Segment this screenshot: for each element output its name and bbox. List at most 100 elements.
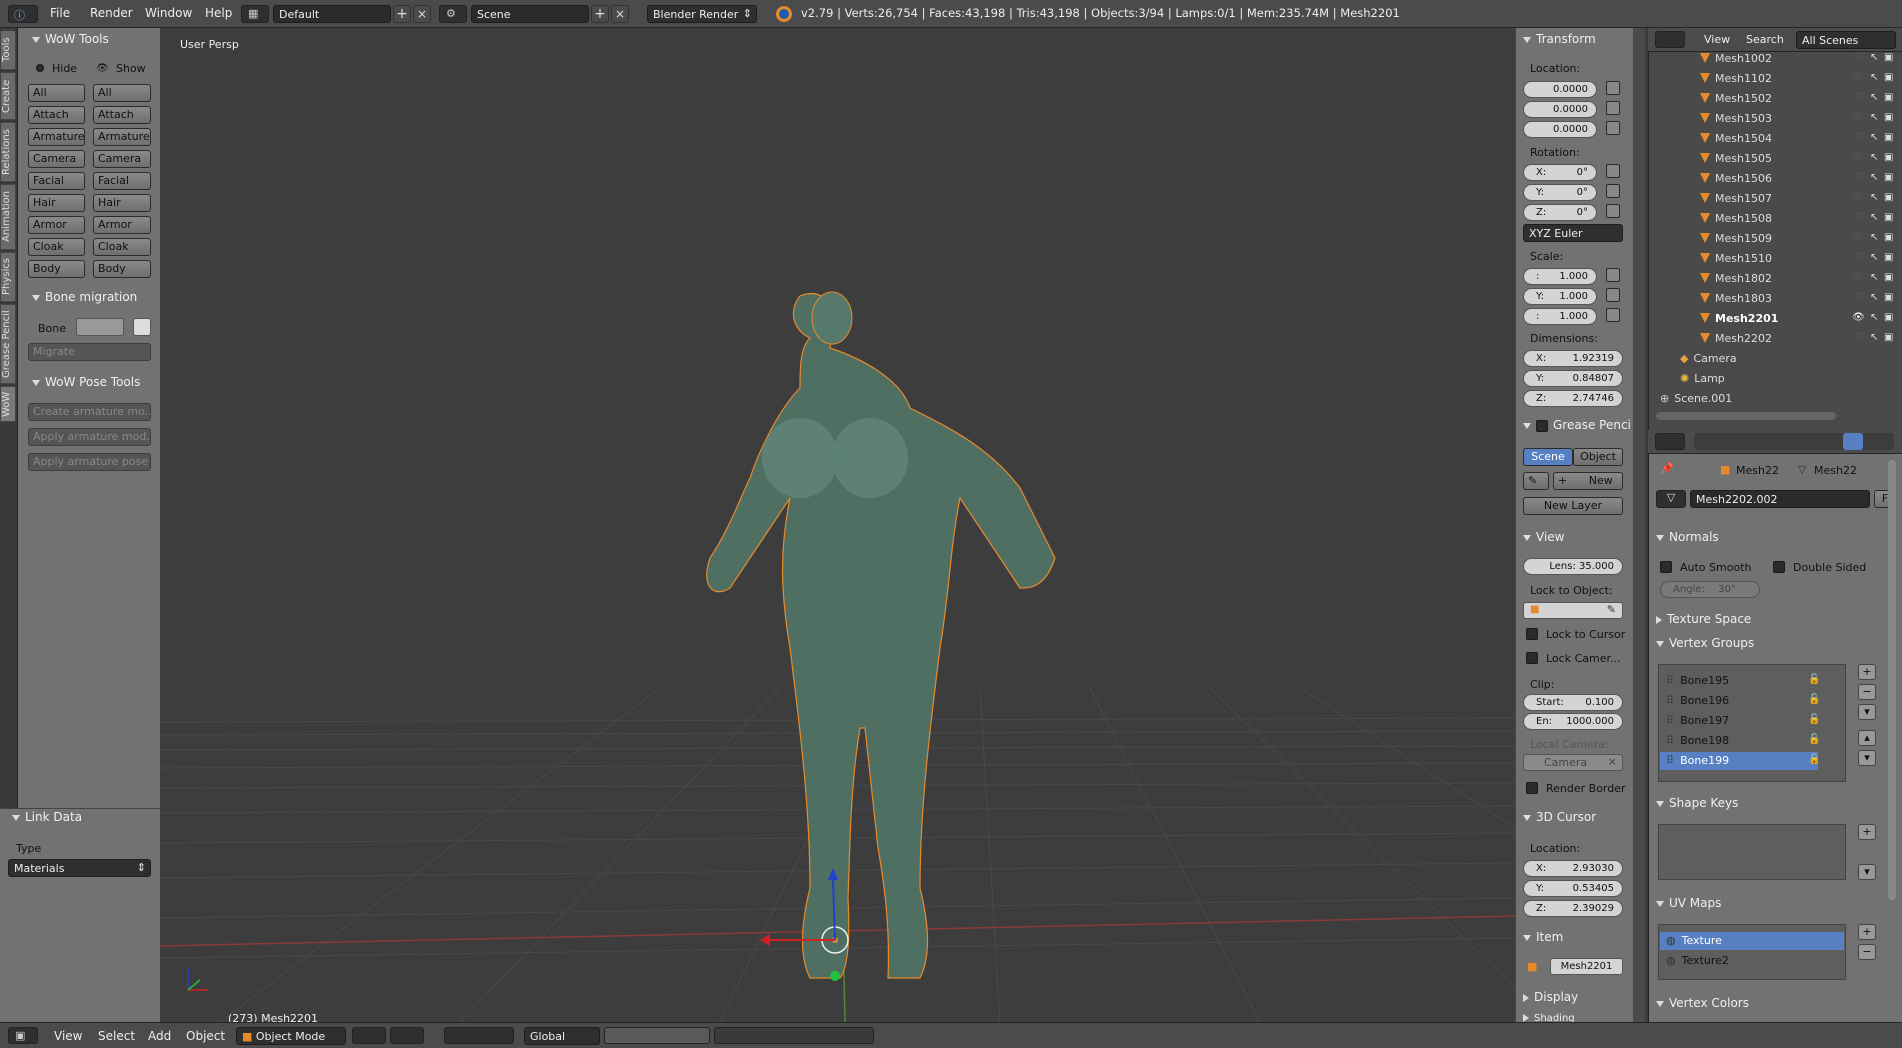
grease-object-button[interactable]: Object xyxy=(1573,448,1623,466)
bone-migration-header[interactable]: Bone migration xyxy=(32,290,137,304)
vertex-group-item[interactable]: ⠿ Bone195 xyxy=(1660,672,1818,690)
rotation-mode-dropdown[interactable]: XYZ Euler xyxy=(1523,224,1623,242)
angle-field[interactable]: Angle: 30° xyxy=(1660,581,1760,598)
layout-add-icon[interactable]: + xyxy=(393,5,411,23)
lock-object-field[interactable]: ■ ✎ xyxy=(1523,602,1623,619)
hide-camera-button[interactable]: Camera xyxy=(28,150,85,168)
apply-armature-pose-button[interactable]: Apply armature pose xyxy=(28,453,151,471)
vg-menu-icon[interactable]: ▾ xyxy=(1858,704,1876,720)
mesh-data-tab-icon[interactable] xyxy=(1843,433,1863,450)
cursor-3d-header[interactable]: 3D Cursor xyxy=(1523,810,1596,824)
editor-type-icon[interactable]: ▣ xyxy=(8,1027,38,1044)
clear-icon[interactable]: × xyxy=(1608,755,1617,768)
bottom-menu-select[interactable]: Select xyxy=(98,1029,135,1043)
outliner-search-menu[interactable]: Search xyxy=(1746,33,1784,46)
cursor-location-field[interactable]: Y: 0.53405 xyxy=(1523,880,1623,897)
migrate-button[interactable]: Migrate xyxy=(28,343,151,361)
lock-camera-checkbox[interactable] xyxy=(1526,652,1538,664)
bottom-menu-add[interactable]: Add xyxy=(148,1029,171,1043)
clip-start-field[interactable]: Start: 0.100 xyxy=(1523,694,1623,711)
scale-lock-icon[interactable] xyxy=(1606,308,1620,322)
location-lock-icon[interactable] xyxy=(1606,101,1620,115)
hide-cloak-button[interactable]: Cloak xyxy=(28,238,85,256)
breadcrumb-object[interactable]: Mesh22 xyxy=(1736,464,1779,477)
restrict-render-icon[interactable]: ▣ xyxy=(1884,92,1893,103)
vg-move-up-icon[interactable]: ▴ xyxy=(1858,730,1876,746)
restrict-view-icon[interactable]: 👁 xyxy=(1852,72,1865,83)
new-layer-button[interactable]: New Layer xyxy=(1523,497,1623,515)
scale-lock-icon[interactable] xyxy=(1606,268,1620,282)
vertex-group-item[interactable]: ⠿ Bone196 xyxy=(1660,692,1818,710)
layout-field[interactable]: Default xyxy=(273,5,391,23)
restrict-render-icon[interactable]: ▣ xyxy=(1884,192,1893,203)
show-facial-button[interactable]: Facial xyxy=(93,172,151,190)
sk-menu-icon[interactable]: ▾ xyxy=(1858,864,1876,880)
link-data-header[interactable]: Link Data xyxy=(12,810,82,824)
restrict-render-icon[interactable]: ▣ xyxy=(1884,112,1893,123)
restrict-render-icon[interactable]: ▣ xyxy=(1884,212,1893,223)
restrict-view-icon[interactable]: 👁 xyxy=(1852,232,1865,243)
restrict-render-icon[interactable]: ▣ xyxy=(1884,252,1893,263)
restrict-view-icon[interactable]: 👁 xyxy=(1852,152,1865,163)
render-engine-dropdown[interactable]: Blender Render ⇕ xyxy=(647,5,757,23)
bone-field[interactable] xyxy=(76,318,124,336)
vertex-group-item[interactable]: ⠿ Bone199 xyxy=(1660,752,1818,770)
restrict-select-icon[interactable]: ↖ xyxy=(1870,272,1878,283)
display-header[interactable]: Display xyxy=(1523,990,1578,1004)
clip-end-field[interactable]: En: 1000.000 xyxy=(1523,713,1623,730)
restrict-render-icon[interactable]: ▣ xyxy=(1884,232,1893,243)
vertex-group-item[interactable]: ⠿ Bone198 xyxy=(1660,732,1818,750)
vertex-group-lock-icon[interactable]: 🔓 xyxy=(1808,694,1820,705)
restrict-select-icon[interactable]: ↖ xyxy=(1870,112,1878,123)
restrict-view-icon[interactable]: 👁 xyxy=(1852,92,1865,103)
grease-new-button[interactable]: + New xyxy=(1553,472,1623,490)
tab-grease-pencil[interactable]: Grease Pencil xyxy=(0,304,16,384)
uv-map-item[interactable]: ◍ Texture xyxy=(1660,932,1844,950)
restrict-select-icon[interactable]: ↖ xyxy=(1870,192,1878,203)
tab-physics[interactable]: Physics xyxy=(0,252,16,302)
dimension-field[interactable]: X: 1.92319 xyxy=(1523,350,1623,367)
dimension-field[interactable]: Y: 0.84807 xyxy=(1523,370,1623,387)
texture-space-header[interactable]: Texture Space xyxy=(1656,612,1751,626)
pose-tools-header[interactable]: WoW Pose Tools xyxy=(32,375,140,389)
shape-keys-header[interactable]: Shape Keys xyxy=(1656,796,1738,810)
restrict-select-icon[interactable]: ↖ xyxy=(1870,132,1878,143)
location-field[interactable]: 0.0000 xyxy=(1523,81,1597,98)
shading-header[interactable]: Shading xyxy=(1523,1013,1575,1022)
outliner-row-lamp[interactable]: ✺ Lamp xyxy=(1680,372,1880,388)
orientation-dropdown[interactable]: Global xyxy=(524,1027,600,1045)
manipulator-icon[interactable] xyxy=(444,1027,514,1044)
rotation-field[interactable]: Y: 0° xyxy=(1523,184,1597,201)
location-field[interactable]: 0.0000 xyxy=(1523,121,1597,138)
hide-facial-button[interactable]: Facial xyxy=(28,172,85,190)
uv-map-item[interactable]: ◍ Texture2 xyxy=(1660,952,1844,970)
show-hair-button[interactable]: Hair xyxy=(93,194,151,212)
restrict-view-icon[interactable]: 👁 xyxy=(1852,332,1865,343)
restrict-select-icon[interactable]: ↖ xyxy=(1870,72,1878,83)
scene-close-icon[interactable]: × xyxy=(611,5,629,23)
layout-close-icon[interactable]: × xyxy=(413,5,431,23)
lock-cursor-checkbox[interactable] xyxy=(1526,628,1538,640)
tab-animation[interactable]: Animation xyxy=(0,184,16,250)
show-cloak-button[interactable]: Cloak xyxy=(93,238,151,256)
item-header[interactable]: Item xyxy=(1523,930,1563,944)
apply-armature-mod-button[interactable]: Apply armature mod... xyxy=(28,428,151,446)
vg-move-down-icon[interactable]: ▾ xyxy=(1858,750,1876,766)
restrict-select-icon[interactable]: ↖ xyxy=(1870,252,1878,263)
restrict-view-icon[interactable]: 👁 xyxy=(1852,292,1865,303)
tab-relations[interactable]: Relations xyxy=(0,122,16,182)
grease-pencil-header[interactable]: Grease Penci xyxy=(1523,418,1631,432)
grease-pencil-icon[interactable]: ✎ xyxy=(1523,472,1549,490)
restrict-render-icon[interactable]: ▣ xyxy=(1884,152,1893,163)
render-border-checkbox[interactable] xyxy=(1526,782,1538,794)
restrict-render-icon[interactable]: ▣ xyxy=(1884,52,1893,63)
vertex-group-item[interactable]: ⠿ Bone197 xyxy=(1660,712,1818,730)
sk-add-icon[interactable]: + xyxy=(1858,824,1876,840)
vg-add-icon[interactable]: + xyxy=(1858,664,1876,680)
model-silhouette[interactable] xyxy=(706,292,1056,979)
outliner-row-camera[interactable]: ◆ Camera xyxy=(1680,352,1880,368)
hide-body-button[interactable]: Body xyxy=(28,260,85,278)
restrict-view-icon[interactable]: 👁 xyxy=(1852,312,1865,323)
vertex-group-lock-icon[interactable]: 🔓 xyxy=(1808,734,1820,745)
cursor-location-field[interactable]: Z: 2.39029 xyxy=(1523,900,1623,917)
